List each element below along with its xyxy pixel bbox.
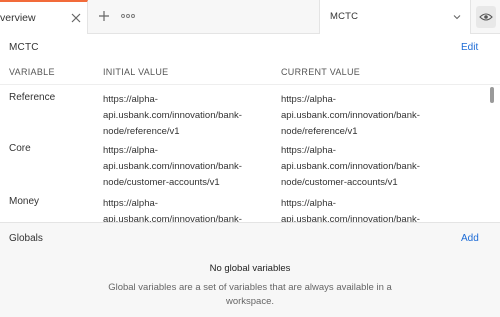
column-header-initial-value: INITIAL VALUE — [103, 67, 169, 77]
value-line: node/reference/v1 — [103, 126, 180, 137]
environment-header: MCTC Edit — [0, 34, 500, 60]
value-line: node/customer-accounts/v1 — [281, 177, 398, 188]
value-line: https://alpha- — [103, 94, 158, 105]
initial-value[interactable]: https://alpha- api.usbank.com/innovation… — [103, 143, 273, 191]
value-line: https://alpha- — [103, 198, 158, 209]
value-line: api.usbank.com/innovation/bank- — [281, 110, 420, 121]
column-header-current-value: CURRENT VALUE — [281, 67, 361, 77]
value-line: node/customer-accounts/v1 — [103, 177, 220, 188]
initial-value[interactable]: https://alpha- api.usbank.com/innovation… — [103, 92, 273, 140]
value-line: node/reference/v1 — [281, 126, 358, 137]
current-value[interactable]: https://alpha- api.usbank.com/innovation… — [281, 143, 451, 191]
current-value[interactable]: https://alpha- api.usbank.com/innovation… — [281, 196, 451, 222]
scrollbar[interactable] — [489, 84, 495, 222]
variable-name: Money — [9, 196, 40, 207]
variables-table: Reference https://alpha- api.usbank.com/… — [0, 84, 500, 222]
eye-icon[interactable] — [476, 6, 496, 28]
environment-selector[interactable]: MCTC — [319, 0, 471, 34]
variable-name: Reference — [9, 92, 56, 103]
add-global-button[interactable]: Add — [461, 233, 479, 244]
value-line: api.usbank.com/innovation/bank- — [103, 110, 242, 121]
value-line: api.usbank.com/innovation/bank- — [103, 214, 242, 222]
globals-section: Globals Add No global variables Global v… — [0, 222, 500, 317]
value-line: api.usbank.com/innovation/bank- — [281, 161, 420, 172]
tab-label: verview — [0, 12, 36, 24]
globals-title: Globals — [9, 233, 43, 244]
value-line: api.usbank.com/innovation/bank- — [103, 161, 242, 172]
scrollbar-thumb[interactable] — [490, 87, 494, 103]
plus-icon[interactable] — [97, 9, 111, 23]
value-line: https://alpha- — [281, 198, 336, 209]
environment-selector-label: MCTC — [330, 11, 359, 22]
tab-overview[interactable]: verview — [0, 0, 88, 34]
tab-bar: verview MCTC — [0, 0, 500, 34]
more-icon[interactable] — [120, 9, 136, 23]
value-line: https://alpha- — [281, 94, 336, 105]
close-icon[interactable] — [70, 12, 82, 24]
initial-value[interactable]: https://alpha- api.usbank.com/innovation… — [103, 196, 273, 222]
value-line: https://alpha- — [103, 145, 158, 156]
current-value[interactable]: https://alpha- api.usbank.com/innovation… — [281, 92, 451, 140]
variable-name: Core — [9, 143, 31, 154]
value-line: api.usbank.com/innovation/bank- — [281, 214, 420, 222]
empty-state-description: Global variables are a set of variables … — [108, 282, 392, 307]
empty-state-title: No global variables — [209, 263, 291, 274]
environment-name: MCTC — [9, 42, 39, 53]
column-header-variable: VARIABLE — [9, 67, 55, 77]
chevron-down-icon — [452, 12, 462, 22]
value-line: https://alpha- — [281, 145, 336, 156]
edit-button[interactable]: Edit — [461, 42, 478, 53]
